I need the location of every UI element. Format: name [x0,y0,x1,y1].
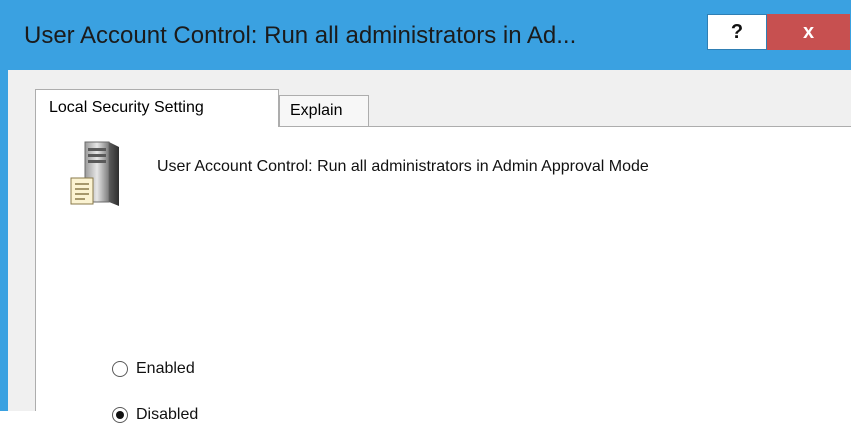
dialog-client-area: Local Security Setting Explain User Acco… [8,70,851,423]
enabled-label: Enabled [136,360,195,377]
tab-explain[interactable]: Explain [279,95,369,128]
tab-panel: User Account Control: Run all administra… [35,126,851,423]
disabled-option[interactable]: Disabled [112,406,198,424]
enabled-radio[interactable] [112,361,128,377]
disabled-radio[interactable] [112,407,128,423]
window-title: User Account Control: Run all administra… [24,22,577,49]
policy-name: User Account Control: Run all administra… [157,158,649,175]
tab-local-security-setting[interactable]: Local Security Setting [35,89,279,127]
dialog-window: User Account Control: Run all administra… [0,0,851,423]
help-button[interactable]: ? [707,14,767,50]
tab-label: Local Security Setting [49,99,204,116]
radio-selected-dot [116,411,124,419]
tab-label: Explain [290,102,343,119]
close-button[interactable]: x [767,14,850,50]
server-policy-icon [70,141,119,206]
disabled-label: Disabled [136,406,199,423]
enabled-option[interactable]: Enabled [112,360,195,378]
